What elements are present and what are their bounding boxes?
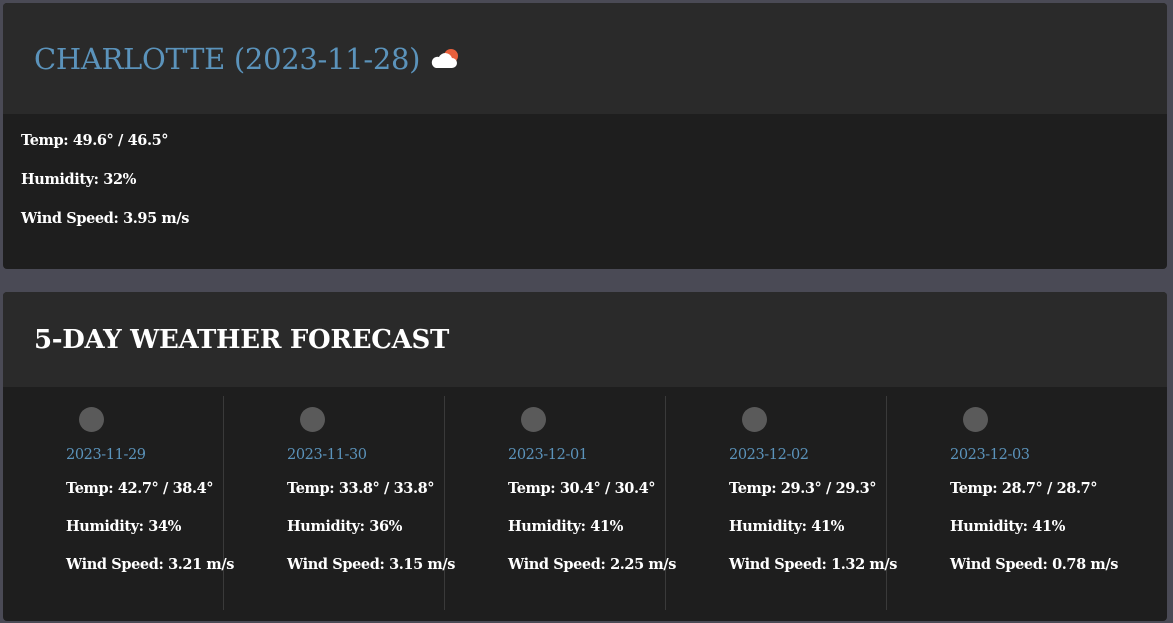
current-temp: Temp: 49.6° / 46.5° (21, 132, 169, 149)
weather-icon (79, 407, 104, 432)
forecast-day: 2023-11-30 Temp: 33.8° / 33.8° Humidity:… (224, 396, 456, 610)
forecast-day: 2023-12-01 Temp: 30.4° / 30.4° Humidity:… (445, 396, 677, 610)
forecast-temp: Temp: 29.3° / 29.3° (729, 480, 877, 497)
forecast-wind-speed: Wind Speed: 1.32 m/s (729, 556, 898, 573)
forecast-wind-speed: Wind Speed: 2.25 m/s (508, 556, 677, 573)
forecast-date: 2023-12-03 (950, 447, 1030, 463)
forecast-temp: Temp: 30.4° / 30.4° (508, 480, 656, 497)
current-weather-card: CHARLOTTE (2023-11-28) Temp: 49.6° / 46.… (3, 3, 1167, 269)
forecast-date: 2023-11-29 (66, 447, 146, 463)
forecast-humidity: Humidity: 36% (287, 518, 403, 535)
forecast-wind-speed: Wind Speed: 3.21 m/s (66, 556, 235, 573)
current-wind-speed: Wind Speed: 3.95 m/s (21, 210, 190, 227)
forecast-header: 5-DAY WEATHER FORECAST (3, 292, 1167, 387)
forecast-wind-speed: Wind Speed: 0.78 m/s (950, 556, 1119, 573)
forecast-temp: Temp: 42.7° / 38.4° (66, 480, 214, 497)
forecast-day: 2023-12-03 Temp: 28.7° / 28.7° Humidity:… (887, 396, 1119, 610)
forecast-temp: Temp: 33.8° / 33.8° (287, 480, 435, 497)
city-date-title: CHARLOTTE (2023-11-28) (34, 41, 421, 76)
forecast-date: 2023-12-01 (508, 447, 588, 463)
current-weather-header: CHARLOTTE (2023-11-28) (3, 3, 1167, 114)
forecast-humidity: Humidity: 41% (508, 518, 624, 535)
forecast-temp: Temp: 28.7° / 28.7° (950, 480, 1098, 497)
weather-icon (742, 407, 767, 432)
forecast-humidity: Humidity: 41% (729, 518, 845, 535)
forecast-humidity: Humidity: 34% (66, 518, 182, 535)
weather-icon (963, 407, 988, 432)
current-weather-details: Temp: 49.6° / 46.5° Humidity: 32% Wind S… (3, 114, 1167, 227)
weather-icon (521, 407, 546, 432)
cloud-sun-icon (428, 46, 462, 72)
forecast-day: 2023-11-29 Temp: 42.7° / 38.4° Humidity:… (3, 396, 235, 610)
forecast-card: 5-DAY WEATHER FORECAST 2023-11-29 Temp: … (3, 292, 1167, 621)
forecast-title: 5-DAY WEATHER FORECAST (34, 324, 449, 355)
forecast-days: 2023-11-29 Temp: 42.7° / 38.4° Humidity:… (3, 387, 1167, 610)
current-humidity: Humidity: 32% (21, 171, 137, 188)
forecast-wind-speed: Wind Speed: 3.15 m/s (287, 556, 456, 573)
forecast-day: 2023-12-02 Temp: 29.3° / 29.3° Humidity:… (666, 396, 898, 610)
forecast-humidity: Humidity: 41% (950, 518, 1066, 535)
weather-icon (300, 407, 325, 432)
forecast-date: 2023-12-02 (729, 447, 809, 463)
forecast-date: 2023-11-30 (287, 447, 367, 463)
